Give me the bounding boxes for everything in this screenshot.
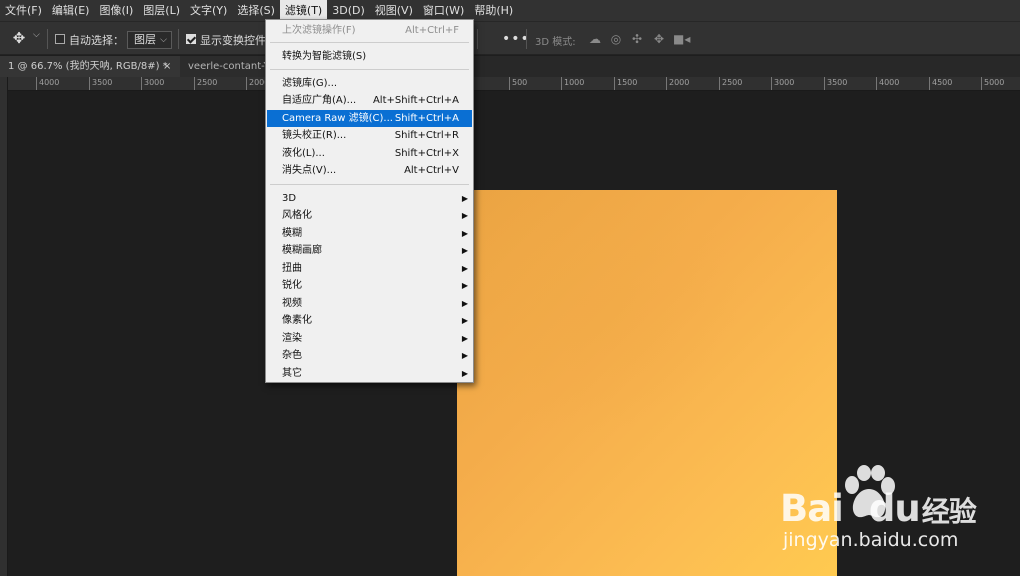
menu-item-video[interactable]: 视频 ▶	[267, 295, 472, 312]
baidu-jingyan-watermark: Bai du经验 jingyan.baidu.com	[780, 465, 977, 555]
menu-filter[interactable]: 滤镜(T)	[279, 0, 328, 21]
menu-item-other[interactable]: 其它 ▶	[267, 365, 472, 382]
menu-divider	[270, 42, 469, 43]
menu-item-vanishing-point[interactable]: 消失点(V)... Alt+Ctrl+V	[267, 162, 472, 179]
menu-item-blur[interactable]: 模糊 ▶	[267, 225, 472, 242]
ruler-label: 1000	[564, 78, 585, 87]
chevron-down-icon: ⌵	[160, 35, 167, 45]
auto-select-checkbox[interactable]	[55, 34, 65, 44]
show-transform-label: 显示变换控件	[200, 34, 266, 47]
ruler-label: 4000	[879, 78, 900, 87]
document-tab-active[interactable]: 1 @ 66.7% (我的天呐, RGB/8#) * ×	[0, 56, 180, 77]
menu-window[interactable]: 窗口(W)	[418, 0, 469, 21]
menu-view[interactable]: 视图(V)	[370, 0, 418, 21]
chevron-down-icon[interactable]: ⌵	[33, 30, 40, 40]
submenu-arrow-icon: ▶	[461, 299, 468, 308]
scale-3d-icon[interactable]: ■◂	[673, 32, 690, 46]
roll-3d-icon[interactable]: ◎	[608, 32, 624, 46]
document-tab-bar: 1 @ 66.7% (我的天呐, RGB/8#) * × veerle-cont…	[0, 56, 1020, 77]
menu-item-adaptive-wide-angle[interactable]: 自适应广角(A)... Alt+Shift+Ctrl+A	[267, 92, 472, 109]
divider	[178, 29, 179, 49]
menu-item-render[interactable]: 渲染 ▶	[267, 330, 472, 347]
divider	[47, 29, 48, 49]
submenu-arrow-icon: ▶	[461, 246, 468, 255]
document-tab[interactable]: veerle-contant-Ye	[180, 56, 275, 77]
divider	[477, 29, 478, 49]
watermark-url: jingyan.baidu.com	[783, 529, 959, 551]
auto-select-label: 自动选择：	[69, 34, 124, 47]
menu-divider	[270, 69, 469, 70]
ruler-label: 500	[512, 78, 528, 87]
menu-type[interactable]: 文字(Y)	[185, 0, 232, 21]
watermark-brand: Bai du经验	[780, 487, 977, 530]
menu-item-noise[interactable]: 杂色 ▶	[267, 347, 472, 364]
layer-select-value: 图层	[134, 33, 156, 46]
mode-3d-label: 3D 模式:	[535, 37, 576, 48]
menu-select[interactable]: 选择(S)	[232, 0, 280, 21]
menu-image[interactable]: 图像(I)	[94, 0, 138, 21]
submenu-arrow-icon: ▶	[461, 334, 468, 343]
submenu-arrow-icon: ▶	[461, 281, 468, 290]
ruler-label: 1500	[617, 78, 638, 87]
pan-3d-icon[interactable]: ✣	[629, 32, 645, 46]
submenu-arrow-icon: ▶	[461, 229, 468, 238]
menu-item-pixelate[interactable]: 像素化 ▶	[267, 312, 472, 329]
menu-edit[interactable]: 编辑(E)	[47, 0, 95, 21]
layer-select-dropdown[interactable]: 图层 ⌵	[127, 31, 172, 49]
menu-item-liquify[interactable]: 液化(L)... Shift+Ctrl+X	[267, 145, 472, 162]
ruler-label: 5000	[984, 78, 1005, 87]
horizontal-ruler[interactable]: 4000 3500 3000 2500 2000 500 1000 1500 2…	[8, 77, 1020, 91]
submenu-arrow-icon: ▶	[461, 369, 468, 378]
ruler-label: 3500	[827, 78, 848, 87]
menu-layer[interactable]: 图层(L)	[138, 0, 185, 21]
close-icon[interactable]: ×	[163, 56, 171, 77]
ruler-label: 2500	[722, 78, 743, 87]
menu-item-filter-gallery[interactable]: 滤镜库(G)...	[267, 75, 472, 92]
submenu-arrow-icon: ▶	[461, 211, 468, 220]
submenu-arrow-icon: ▶	[461, 316, 468, 325]
menu-item-last-filter[interactable]: 上次滤镜操作(F) Alt+Ctrl+F	[267, 22, 472, 39]
options-bar: ✥ ⌵ 自动选择： 图层 ⌵ 显示变换控件 ••• 3D 模式: ☁ ◎ ✣ ✥…	[0, 21, 1020, 55]
ruler-label: 2000	[669, 78, 690, 87]
ruler-label: 4000	[39, 78, 60, 87]
menu-3d[interactable]: 3D(D)	[327, 0, 370, 21]
menu-divider	[270, 184, 469, 185]
menu-item-lens-correction[interactable]: 镜头校正(R)... Shift+Ctrl+R	[267, 127, 472, 144]
ruler-label: 3000	[144, 78, 165, 87]
submenu-arrow-icon: ▶	[461, 351, 468, 360]
menu-item-stylize[interactable]: 风格化 ▶	[267, 207, 472, 224]
tab-label: 1 @ 66.7% (我的天呐, RGB/8#) *	[8, 61, 168, 72]
submenu-arrow-icon: ▶	[461, 264, 468, 273]
ruler-label: 4500	[932, 78, 953, 87]
show-transform-checkbox[interactable]	[186, 34, 196, 44]
ruler-label: 2500	[197, 78, 218, 87]
vertical-ruler[interactable]	[0, 77, 8, 576]
move-tool-icon[interactable]: ✥	[10, 29, 28, 47]
orbit-3d-icon[interactable]: ☁	[587, 32, 603, 46]
tab-label: veerle-contant-Ye	[188, 61, 275, 72]
slide-3d-icon[interactable]: ✥	[651, 32, 667, 46]
ruler-label: 3000	[774, 78, 795, 87]
menu-item-camera-raw-filter[interactable]: Camera Raw 滤镜(C)... Shift+Ctrl+A	[267, 110, 472, 127]
divider	[526, 29, 527, 49]
menu-item-blur-gallery[interactable]: 模糊画廊 ▶	[267, 242, 472, 259]
menu-bar: 文件(F) 编辑(E) 图像(I) 图层(L) 文字(Y) 选择(S) 滤镜(T…	[0, 0, 1020, 21]
menu-item-distort[interactable]: 扭曲 ▶	[267, 260, 472, 277]
menu-help[interactable]: 帮助(H)	[469, 0, 518, 21]
menu-item-convert-smart-filter[interactable]: 转换为智能滤镜(S)	[267, 48, 472, 65]
menu-file[interactable]: 文件(F)	[0, 0, 47, 21]
filter-menu-dropdown: 上次滤镜操作(F) Alt+Ctrl+F 转换为智能滤镜(S) 滤镜库(G)..…	[265, 19, 474, 383]
menu-item-sharpen[interactable]: 锐化 ▶	[267, 277, 472, 294]
menu-item-3d[interactable]: 3D ▶	[267, 190, 472, 207]
submenu-arrow-icon: ▶	[461, 194, 468, 203]
ruler-label: 3500	[92, 78, 113, 87]
